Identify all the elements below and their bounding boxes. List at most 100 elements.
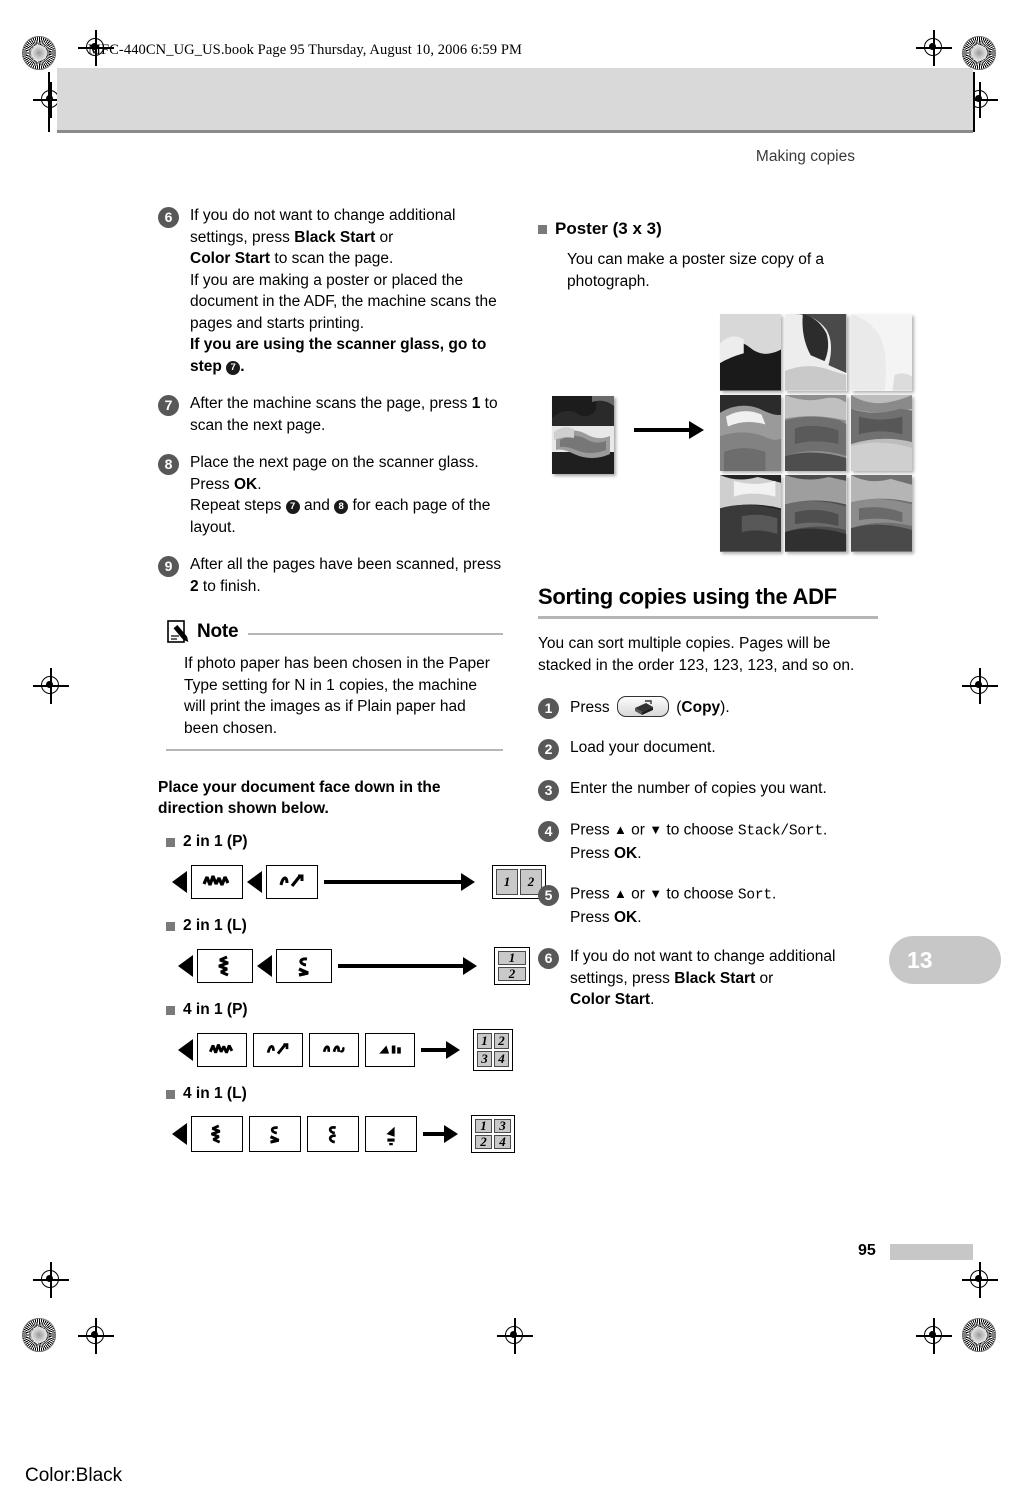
transform-arrow-icon <box>324 873 475 891</box>
poster-tile <box>720 314 782 391</box>
note-rule <box>248 633 503 635</box>
step-item: 9 After all the pages have been scanned,… <box>158 554 503 597</box>
step-text: If you do not want to change additional … <box>570 946 888 1011</box>
poster-tile-image <box>785 314 847 391</box>
output-cell: 2 <box>498 966 526 981</box>
poster-tile-image <box>720 314 782 391</box>
page-content-glyph <box>279 874 304 887</box>
page-content-glyph <box>379 1045 401 1054</box>
step-text-part: . <box>637 908 642 926</box>
output-cell: 3 <box>477 1051 492 1067</box>
note-pencil-icon <box>167 620 189 643</box>
registration-mark-right-lower <box>962 1262 998 1298</box>
square-bullet-icon <box>538 224 547 234</box>
output-cell: 1 <box>498 950 526 965</box>
step-text-part: or <box>375 228 394 246</box>
step-text: After the machine scans the page, press … <box>190 393 503 436</box>
registration-rosette-bottom-right <box>962 1318 996 1352</box>
transform-arrow-icon <box>421 1041 460 1059</box>
layout-heading-2in1-p: 2 in 1 (P) <box>166 833 503 851</box>
page-content-glyph <box>266 1043 289 1055</box>
input-page-thumb <box>365 1116 417 1152</box>
poster-tile <box>720 394 782 472</box>
input-page-thumb <box>266 865 318 899</box>
poster-tile-image <box>720 394 782 472</box>
step-number: 7 <box>158 395 179 416</box>
layout-heading-4in1-p: 4 in 1 (P) <box>166 1001 503 1019</box>
poster-label: Poster (3 x 3) <box>555 219 662 238</box>
source-photo-thumbnail <box>552 396 614 474</box>
layout-label: 2 in 1 (L) <box>183 917 247 934</box>
layout-diagram-4in1-p: 1 2 3 4 <box>178 1029 513 1071</box>
input-page-thumb <box>276 949 332 983</box>
input-page-thumb <box>309 1033 359 1067</box>
output-cell: 1 <box>496 869 518 895</box>
output-cell: 2 <box>475 1134 492 1149</box>
square-bullet-icon <box>166 837 175 847</box>
section-intro: You can sort multiple copies. Pages will… <box>538 635 855 674</box>
step-number: 1 <box>538 698 559 719</box>
step-text-part: Press <box>570 845 614 862</box>
layout-diagram-2in1-l: 1 2 <box>178 945 530 987</box>
step-text-part: Place the next page on the scanner glass… <box>190 454 479 471</box>
step-text-part: After all the pages have been scanned, p… <box>190 556 502 573</box>
output-cell: 1 <box>475 1118 492 1133</box>
poster-transform-arrow-icon <box>634 421 704 439</box>
poster-tile-image <box>850 314 912 391</box>
square-bullet-icon <box>166 1005 175 1015</box>
chapter-tab: 13 <box>889 936 1001 984</box>
step-text-part-bold: Black Start <box>674 969 756 987</box>
page-content-glyph <box>269 1126 280 1144</box>
layout-heading-2in1-l: 2 in 1 (L) <box>166 917 503 935</box>
step-text-part: or <box>755 969 774 987</box>
step-item: 5 Press ▲ or ▼ to choose Sort. Press OK. <box>538 883 888 929</box>
poster-tile <box>720 475 782 552</box>
page-content-glyph <box>218 955 229 977</box>
input-page-thumb <box>197 1033 247 1067</box>
note-bottom-rule <box>166 749 503 751</box>
note-body: If photo paper has been chosen in the Pa… <box>184 655 490 737</box>
step-text-part-bold: OK <box>613 845 638 862</box>
step-text: Press (Copy). <box>570 696 730 719</box>
step-text-part: . <box>257 475 262 493</box>
prepress-book-line: MFC-440CN_UG_US.book Page 95 Thursday, A… <box>88 42 522 58</box>
copy-button-icon <box>616 696 669 717</box>
step-text-part: Press <box>570 885 614 902</box>
step-text-part: to finish. <box>198 577 261 595</box>
step-text-part-bold: Black Start <box>294 228 376 246</box>
step-text-part: . <box>637 845 642 862</box>
step-text-part: or <box>626 821 650 839</box>
poster-tile <box>850 394 912 472</box>
transform-arrow-icon <box>423 1125 458 1143</box>
step-text-part: Press <box>570 821 614 839</box>
registration-mark-bottom-left <box>78 1318 114 1354</box>
lcd-value: Sort <box>737 887 772 903</box>
output-cell: 1 <box>477 1033 492 1049</box>
section-rule <box>538 616 878 619</box>
step-item: 8 Place the next page on the scanner gla… <box>158 452 503 538</box>
step-number: 4 <box>538 821 559 842</box>
registration-rosette-top-right <box>962 36 996 70</box>
feed-direction-triangle-icon <box>172 1123 187 1145</box>
registration-rosette-bottom-left <box>22 1318 56 1352</box>
feed-direction-triangle-icon <box>247 871 262 893</box>
layout-heading-4in1-l: 4 in 1 (L) <box>166 1085 503 1103</box>
step-text-part: or <box>626 885 650 902</box>
poster-tile <box>785 394 847 472</box>
step-text-part: to choose <box>662 885 738 902</box>
layout-lead-in: Place your document face down in the dir… <box>158 779 441 817</box>
page-top-band-shadow <box>57 130 973 133</box>
transform-arrow-icon <box>338 957 477 975</box>
step-number: 6 <box>538 948 559 969</box>
step-text-part-bold: OK <box>613 908 638 926</box>
step-item: 7 After the machine scans the page, pres… <box>158 393 503 436</box>
page-content-glyph <box>208 1044 234 1054</box>
input-page-thumb <box>191 1116 243 1152</box>
inline-step-ref: 7 <box>285 500 300 514</box>
lcd-value: Stack/Sort <box>737 823 823 840</box>
step-text-part: ( <box>671 699 682 716</box>
step-number: 6 <box>158 207 179 228</box>
step-text-part-bold: Color Start <box>190 250 271 267</box>
step-text: Enter the number of copies you want. <box>570 780 827 797</box>
step-text-part: Press <box>190 475 234 493</box>
